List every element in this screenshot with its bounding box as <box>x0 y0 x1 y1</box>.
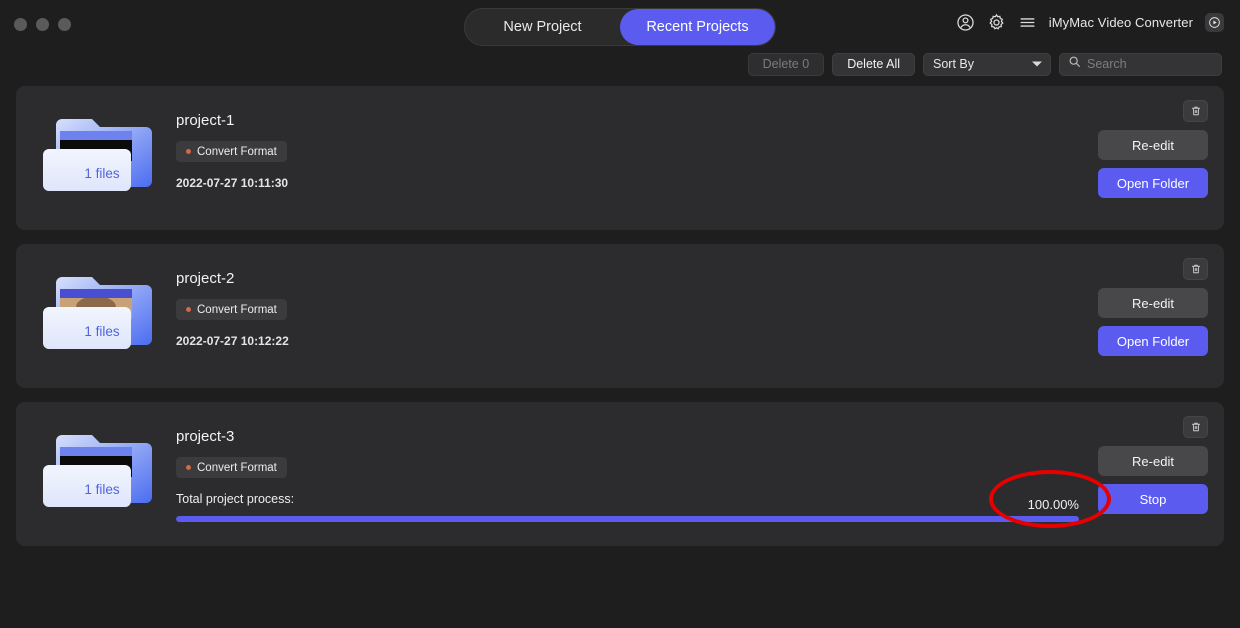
delete-project-button[interactable] <box>1183 258 1208 280</box>
tab-new-project[interactable]: New Project <box>465 9 620 45</box>
search-input[interactable] <box>1087 57 1213 71</box>
project-name: project-2 <box>176 270 235 287</box>
project-card[interactable]: 1 files project-2 Convert Format 2022-07… <box>16 244 1224 388</box>
badge-label: Convert Format <box>197 461 277 474</box>
re-edit-button[interactable]: Re-edit <box>1098 288 1208 318</box>
badge-label: Convert Format <box>197 303 277 316</box>
project-name: project-3 <box>176 428 235 445</box>
status-badge: Convert Format <box>176 141 287 162</box>
search-field[interactable] <box>1059 52 1222 76</box>
badge-dot-icon <box>186 149 191 154</box>
tab-recent-projects[interactable]: Recent Projects <box>620 9 775 45</box>
project-timestamp: 2022-07-27 10:11:30 <box>176 176 289 190</box>
project-actions: Re-edit Open Folder <box>1098 258 1208 356</box>
folder-icon: 1 files <box>42 105 162 197</box>
title-bar: New Project Recent Projects iMyMac Video… <box>0 0 1240 52</box>
re-edit-button[interactable]: Re-edit <box>1098 130 1208 160</box>
project-info: project-1 Convert Format 2022-07-27 10:1… <box>176 112 1056 190</box>
delete-all-button[interactable]: Delete All <box>832 52 915 76</box>
project-card[interactable]: 1 files project-3 Convert Format Total p… <box>16 402 1224 546</box>
delete-project-button[interactable] <box>1183 416 1208 438</box>
badge-dot-icon <box>186 307 191 312</box>
delete-selected-button[interactable]: Delete 0 <box>747 52 825 76</box>
project-card[interactable]: 1 files project-1 Convert Format 2022-07… <box>16 86 1224 230</box>
sort-by-label: Sort By <box>933 57 974 71</box>
project-timestamp: 2022-07-27 10:12:22 <box>176 334 289 348</box>
progress-bar <box>176 516 1079 522</box>
delete-project-button[interactable] <box>1183 100 1208 122</box>
sort-by-select[interactable]: Sort By <box>923 52 1051 76</box>
badge-dot-icon <box>186 465 191 470</box>
title-bar-right: iMyMac Video Converter <box>956 13 1224 32</box>
chevron-down-icon <box>1032 61 1042 67</box>
search-icon <box>1068 55 1081 73</box>
list-toolbar: Delete 0 Delete All Sort By <box>747 52 1222 76</box>
badge-label: Convert Format <box>197 145 277 158</box>
stop-button[interactable]: Stop <box>1098 484 1208 514</box>
project-name: project-1 <box>176 112 235 129</box>
progress-row: 100.00% <box>176 497 1079 522</box>
project-actions: Re-edit Stop <box>1098 416 1208 514</box>
project-actions: Re-edit Open Folder <box>1098 100 1208 198</box>
progress-label: Total project process: <box>176 492 295 506</box>
status-badge: Convert Format <box>176 457 287 478</box>
status-badge: Convert Format <box>176 299 287 320</box>
folder-icon: 1 files <box>42 421 162 513</box>
maximize-button[interactable] <box>58 18 71 31</box>
project-info: project-3 Convert Format Total project p… <box>176 428 1079 522</box>
open-folder-button[interactable]: Open Folder <box>1098 168 1208 198</box>
open-folder-button[interactable]: Open Folder <box>1098 326 1208 356</box>
hamburger-menu-icon[interactable] <box>1018 13 1037 32</box>
close-button[interactable] <box>14 18 27 31</box>
project-info: project-2 Convert Format 2022-07-27 10:1… <box>176 270 1056 348</box>
account-icon[interactable] <box>956 13 975 32</box>
re-edit-button[interactable]: Re-edit <box>1098 446 1208 476</box>
app-title: iMyMac Video Converter <box>1048 15 1193 30</box>
app-window: New Project Recent Projects iMyMac Video… <box>0 0 1240 628</box>
gear-icon[interactable] <box>987 13 1006 32</box>
minimize-button[interactable] <box>36 18 49 31</box>
window-controls <box>14 18 71 31</box>
project-list: 1 files project-1 Convert Format 2022-07… <box>16 86 1224 546</box>
progress-bar-fill <box>176 516 1079 522</box>
folder-icon: 1 files <box>42 263 162 355</box>
play-badge-icon[interactable] <box>1205 13 1224 32</box>
mode-tab-group: New Project Recent Projects <box>464 8 776 46</box>
progress-percent-label: 100.00% <box>1027 497 1079 512</box>
